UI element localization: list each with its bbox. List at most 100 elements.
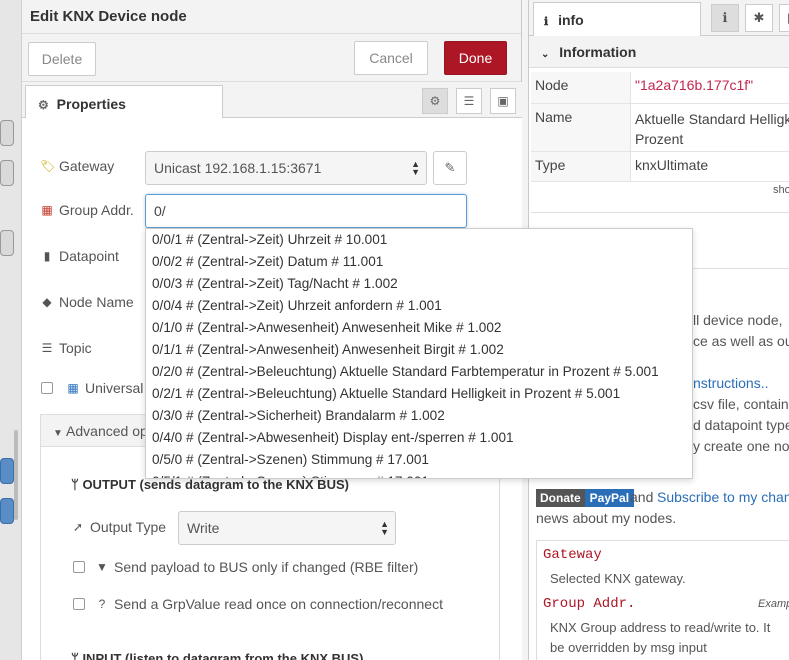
delete-button[interactable]: Delete (28, 42, 96, 76)
info-row-type: Type knxUltimate (531, 152, 789, 182)
group-addr-autocomplete: 0/0/1 # (Zentral->Zeit) Uhrzeit # 10.001… (145, 228, 693, 479)
info-icon: ℹ (544, 16, 549, 28)
universal-checkbox[interactable] (41, 382, 53, 394)
group-addr-row-label: ▦ Group Addr. (40, 202, 134, 218)
info-value: knxUltimate (635, 157, 709, 173)
select-arrows-icon: ▲ ▼ (411, 159, 420, 177)
tab-properties-label: Properties (56, 96, 126, 112)
name-line-2: Prozent (635, 131, 684, 147)
info-key: Type (531, 152, 631, 181)
help-desc-line: ce as well as ou (693, 333, 789, 349)
autocomplete-item[interactable]: 0/0/1 # (Zentral->Zeit) Uhrzeit # 10.001 (146, 229, 692, 251)
datapoint-icon: ▮ (43, 249, 51, 263)
autocomplete-item[interactable]: 0/4/0 # (Zentral->Abwesenheit) Display e… (146, 427, 692, 449)
tab-info[interactable]: ℹ info (533, 2, 701, 36)
cancel-button[interactable]: Cancel (354, 41, 428, 75)
rbe-checkbox[interactable] (73, 561, 85, 573)
workspace-node[interactable] (0, 458, 14, 484)
gateway-select[interactable]: Unicast 192.168.1.15:3671 ▲ ▼ (145, 151, 427, 185)
and-text: and (630, 489, 654, 505)
grpvalue-checkbox[interactable] (73, 598, 85, 610)
grid-icon: ▦ (67, 381, 79, 395)
info-value: "1a2a716b.177c1f" (635, 77, 754, 93)
output-type-row-label: ➚ Output Type (71, 519, 166, 535)
autocomplete-item[interactable]: 0/3/0 # (Zentral->Sicherheit) Brandalarm… (146, 405, 692, 427)
help-desc-line: y create one nod (693, 438, 789, 454)
workspace-node[interactable] (0, 230, 14, 256)
workspace-node[interactable] (0, 120, 14, 146)
node-info-table: Node "1a2a716b.177c1f" Name Aktuelle Sta… (531, 72, 789, 182)
rbe-row-label: ▼ Send payload to BUS only if changed (R… (95, 559, 418, 575)
group-addr-label: Group Addr. (59, 202, 134, 218)
config-tab-button[interactable]: ▤ (779, 4, 789, 32)
paypal-label: PayPal (584, 489, 635, 507)
autocomplete-item[interactable]: 0/2/1 # (Zentral->Beleuchtung) Aktuelle … (146, 383, 692, 405)
autocomplete-item[interactable]: 0/1/1 # (Zentral->Anwesenheit) Anwesenhe… (146, 339, 692, 361)
output-type-value: Write (187, 520, 220, 536)
edit-gateway-button[interactable]: ✎ (433, 151, 467, 185)
help-desc-line: csv file, contain (693, 396, 789, 412)
group-addr-input[interactable]: 0/ (145, 194, 467, 228)
node-name-label: Node Name (59, 294, 134, 310)
autocomplete-item[interactable]: 0/5/0 # (Zentral->Szenen) Stimmung # 17.… (146, 449, 692, 471)
appearance-tab-icon[interactable]: ▣ (490, 88, 516, 114)
tab-info-label: info (558, 12, 584, 28)
donate-label: Donate (536, 489, 585, 507)
info-key: Name (531, 104, 631, 151)
information-section-header[interactable]: ⌄ Information (529, 36, 789, 68)
grpvalue-label: Send a GrpValue read once on connection/… (114, 596, 443, 612)
output-type-select[interactable]: Write ▲ ▼ (178, 511, 396, 545)
help-term-group-addr: Group Addr. (543, 596, 636, 612)
gateway-select-value: Unicast 192.168.1.15:3671 (154, 160, 322, 176)
autocomplete-item[interactable]: 0/0/3 # (Zentral->Zeit) Tag/Nacht # 1.00… (146, 273, 692, 295)
universal-label: Universal (85, 380, 144, 396)
info-tab-button[interactable]: ℹ (711, 4, 739, 32)
gateway-label: Gateway (59, 158, 115, 174)
tab-properties[interactable]: ⚙ Properties (25, 85, 223, 119)
datapoint-row-label: ▮ Datapoint (40, 248, 119, 264)
list-icon: ☰ (41, 341, 53, 355)
bug-icon: ✱ (753, 10, 765, 25)
autocomplete-item[interactable]: 0/5/1 # (Zentral->Szenen) Stimmung # 17.… (146, 471, 692, 478)
news-text: news about my nodes. (536, 510, 677, 526)
info-icon: ℹ (722, 10, 728, 25)
workspace-node[interactable] (0, 498, 14, 524)
done-button[interactable]: Done (444, 41, 507, 75)
caret-down-icon: ▼ (53, 428, 63, 439)
help-box: Gateway Selected KNX gateway. Group Addr… (536, 540, 789, 660)
description-tab-icon[interactable]: ☰ (456, 88, 482, 114)
autocomplete-item[interactable]: 0/0/2 # (Zentral->Zeit) Datum # 11.001 (146, 251, 692, 273)
help-desc-line: d datapoint type (693, 417, 789, 433)
workspace-node[interactable] (0, 160, 14, 186)
help-desc-group-addr-2: be overridden by msg input (550, 640, 707, 655)
select-arrows-icon: ▲ ▼ (380, 519, 389, 537)
donate-paypal-button[interactable]: Donate PayPal (536, 489, 635, 507)
tag-icon: 🏷 (40, 159, 56, 173)
workspace-scrollbar[interactable] (14, 430, 18, 520)
branch-icon: ᛘ (71, 651, 79, 660)
grid-icon: ▦ (41, 203, 53, 217)
branch-icon: ᛘ (71, 477, 79, 492)
gear-icon: ⚙ (38, 98, 49, 112)
info-row-node: Node "1a2a716b.177c1f" (531, 72, 789, 104)
settings-tab-icon[interactable]: ⚙ (422, 88, 448, 114)
name-line-1: Aktuelle Standard Helligk (635, 111, 789, 127)
workspace-canvas[interactable] (0, 0, 22, 660)
tray-toolbar: Delete Cancel Done (22, 34, 521, 82)
autocomplete-item[interactable]: 0/1/0 # (Zentral->Anwesenheit) Anwesenhe… (146, 317, 692, 339)
output-heading: ᛘ OUTPUT (sends datagram to the KNX BUS) (71, 477, 349, 492)
rocket-icon: ➚ (72, 520, 84, 534)
show-more-link[interactable]: sho (773, 184, 789, 196)
debug-tab-button[interactable]: ✱ (745, 4, 773, 32)
autocomplete-item[interactable]: 0/0/4 # (Zentral->Zeit) Uhrzeit anforder… (146, 295, 692, 317)
autocomplete-item[interactable]: 0/2/0 # (Zentral->Beleuchtung) Aktuelle … (146, 361, 692, 383)
universal-row-label: ▦ Universal (66, 380, 143, 396)
output-type-label: Output Type (90, 519, 167, 535)
node-red-editor: Edit KNX Device node Delete Cancel Done … (0, 0, 789, 660)
question-icon: ? (98, 597, 106, 611)
subscribe-link[interactable]: Subscribe to my chan (657, 489, 789, 505)
filter-icon: ▼ (96, 560, 108, 574)
instructions-link[interactable]: nstructions.. (693, 375, 768, 391)
gateway-row-label: 🏷 Gateway (40, 158, 114, 174)
info-value: Aktuelle Standard Helligk Prozent (631, 104, 789, 151)
